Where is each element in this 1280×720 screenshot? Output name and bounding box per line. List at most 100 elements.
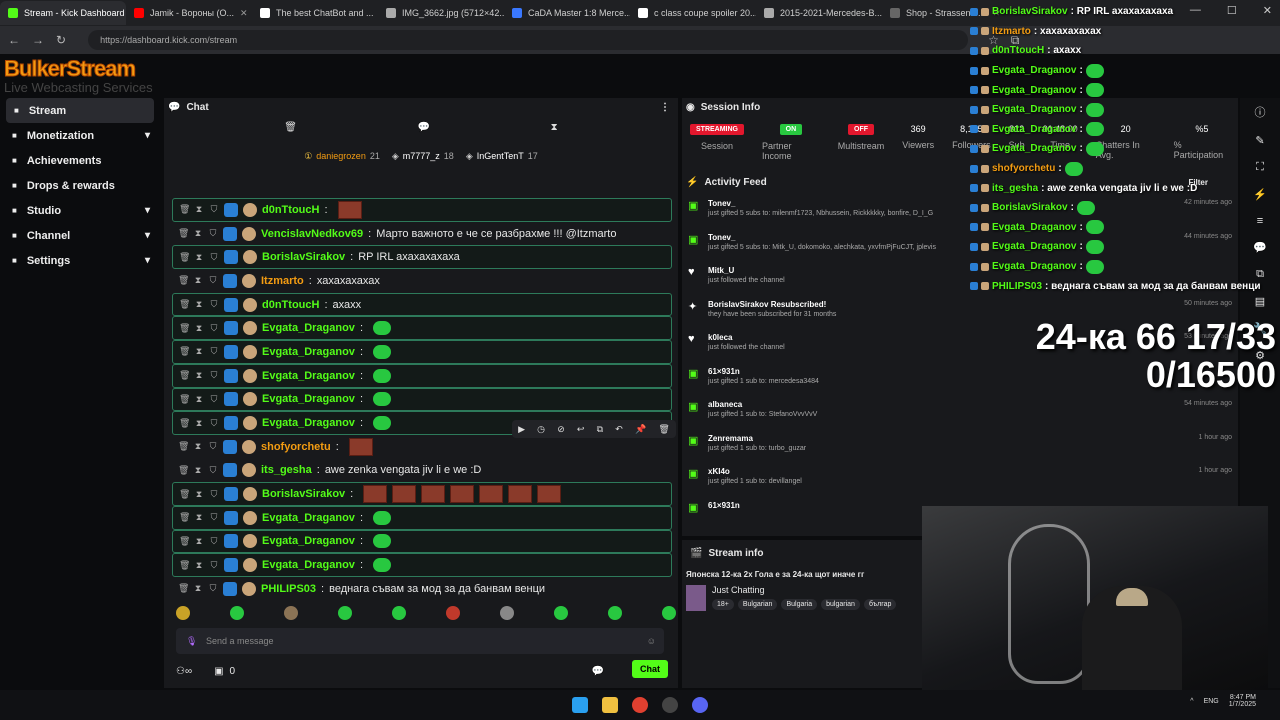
tag[interactable]: Bulgarian — [737, 599, 778, 610]
delete-message-icon[interactable]: 🗑 — [179, 489, 190, 500]
delete-message-icon[interactable]: 🗑 — [178, 583, 189, 594]
clock-icon[interactable]: ◷ — [537, 424, 545, 435]
chat-username[interactable]: its_gesha — [261, 464, 312, 476]
timeout-icon[interactable]: ⧗ — [194, 536, 204, 547]
shield-icon[interactable]: ⛉ — [209, 370, 219, 381]
chat-username[interactable]: d0nTtoucH — [262, 299, 319, 311]
url-field[interactable]: https://dashboard.kick.com/stream — [88, 30, 969, 50]
file-explorer-icon[interactable] — [602, 697, 618, 713]
chat-icon[interactable]: 💬 — [418, 122, 430, 133]
emote-icon[interactable] — [500, 606, 514, 620]
shield-icon[interactable]: ⛉ — [209, 536, 219, 547]
sidebar-item-settings[interactable]: ■ Settings ▾ — [0, 248, 160, 273]
grid-icon[interactable]: ▤ — [1255, 295, 1265, 308]
chat-username[interactable]: VencislavNedkov69 — [261, 228, 363, 240]
browser-tab[interactable]: 2015-2021-Mercedes-B...✕ — [756, 1, 882, 25]
shield-icon[interactable]: ⛉ — [209, 346, 219, 357]
mic-icon[interactable]: 🎙 — [186, 636, 197, 647]
delete-message-icon[interactable]: 🗑 — [179, 346, 190, 357]
reload-icon[interactable]: ↻ — [56, 33, 66, 47]
timeout-icon[interactable]: ⧗ — [194, 252, 204, 263]
status-pill[interactable]: ON — [779, 124, 803, 135]
timeout-icon[interactable]: ⧗ — [194, 394, 204, 405]
browser-tab[interactable]: IMG_3662.jpg (5712×42...✕ — [378, 1, 504, 25]
delete-message-icon[interactable]: 🗑 — [179, 536, 190, 547]
play-icon[interactable]: ▶ — [518, 424, 525, 435]
chat-username[interactable]: Itzmarto — [261, 275, 304, 287]
shield-icon[interactable]: ⛉ — [209, 299, 219, 310]
sidebar-item-achievements[interactable]: ■ Achievements — [0, 148, 160, 173]
emote-icon[interactable] — [176, 606, 190, 620]
delete-icon[interactable]: 🗑 — [658, 424, 669, 435]
undo-icon[interactable]: ↶ — [615, 424, 623, 435]
chat-username[interactable]: BorislavSirakov — [262, 251, 345, 263]
tray-language[interactable]: ENG — [1204, 698, 1219, 705]
emote-icon[interactable] — [392, 606, 406, 620]
chat-username[interactable]: Evgata_Draganov — [262, 512, 355, 524]
timeout-icon[interactable]: ⧗ — [194, 512, 204, 523]
emoji-icon[interactable]: ☺ — [647, 636, 656, 646]
shield-icon[interactable]: ⛉ — [209, 418, 219, 429]
tag[interactable]: Bulgaria — [781, 599, 818, 610]
emote-icon[interactable] — [608, 606, 622, 620]
chat-username[interactable]: Evgata_Draganov — [262, 322, 355, 334]
timeout-icon[interactable]: ⧗ — [193, 275, 203, 286]
forward-icon[interactable]: → — [32, 33, 44, 47]
chat-username[interactable]: Evgata_Draganov — [262, 417, 355, 429]
emote-icon[interactable] — [446, 606, 460, 620]
chat-send-button[interactable]: Chat — [632, 660, 668, 678]
timeout-icon[interactable]: ⧗ — [194, 323, 204, 334]
emote-icon[interactable] — [284, 606, 298, 620]
pin-icon[interactable]: 📌 — [635, 424, 646, 435]
browser-tab[interactable]: c class coupe spoiler 20...✕ — [630, 1, 756, 25]
hourglass-icon[interactable]: ⧗ — [551, 122, 558, 133]
shield-icon[interactable]: ⛉ — [208, 583, 218, 594]
chat-username[interactable]: Evgata_Draganov — [262, 370, 355, 382]
windows-start-icon[interactable] — [572, 697, 588, 713]
shield-icon[interactable]: ⛉ — [208, 275, 218, 286]
sidebar-item-channel[interactable]: ■ Channel ▾ — [0, 223, 160, 248]
tray-chevron-icon[interactable]: ^ — [1190, 698, 1193, 705]
chat-username[interactable]: Evgata_Draganov — [262, 393, 355, 405]
shield-icon[interactable]: ⛉ — [209, 512, 219, 523]
shield-icon[interactable]: ⛉ — [209, 489, 219, 500]
copy-icon[interactable]: ⧉ — [597, 424, 603, 435]
browser-tab[interactable]: The best ChatBot and ...✕ — [252, 1, 378, 25]
delete-message-icon[interactable]: 🗑 — [179, 323, 190, 334]
emote-icon[interactable] — [662, 606, 676, 620]
loyalty-icon[interactable]: ⚇∞ — [176, 666, 192, 677]
timeout-icon[interactable]: ⧗ — [193, 583, 203, 594]
chat-username[interactable]: PHILIPS03 — [261, 583, 316, 595]
trash-icon[interactable]: 🗑 — [284, 122, 297, 133]
shield-icon[interactable]: ⛉ — [209, 252, 219, 263]
shield-icon[interactable]: ⛉ — [209, 560, 219, 571]
emote-icon[interactable] — [338, 606, 352, 620]
status-pill[interactable]: STREAMING — [690, 124, 744, 135]
delete-message-icon[interactable]: 🗑 — [179, 560, 190, 571]
chat-username[interactable]: Evgata_Draganov — [262, 346, 355, 358]
delete-message-icon[interactable]: 🗑 — [178, 275, 189, 286]
shield-icon[interactable]: ⛉ — [209, 394, 219, 405]
chat-username[interactable]: Evgata_Draganov — [262, 535, 355, 547]
sidebar-item-stream[interactable]: ■ Stream — [6, 98, 154, 123]
chat-username[interactable]: BorislavSirakov — [262, 488, 345, 500]
ban-icon[interactable]: ⊘ — [557, 424, 565, 435]
sidebar-item-studio[interactable]: ■ Studio ▾ — [0, 198, 160, 223]
timeout-icon[interactable]: ⧗ — [194, 370, 204, 381]
sidebar-item-drops-rewards[interactable]: ■ Drops & rewards — [0, 173, 160, 198]
tab-close-icon[interactable]: ✕ — [240, 8, 248, 19]
shield-icon[interactable]: ⛉ — [209, 323, 219, 334]
delete-message-icon[interactable]: 🗑 — [179, 512, 190, 523]
timeout-icon[interactable]: ⧗ — [194, 204, 204, 215]
timeout-icon[interactable]: ⧗ — [193, 441, 203, 452]
delete-message-icon[interactable]: 🗑 — [179, 418, 190, 429]
chat-username[interactable]: d0nTtoucH — [262, 204, 319, 216]
timeout-icon[interactable]: ⧗ — [194, 299, 204, 310]
timeout-icon[interactable]: ⧗ — [194, 560, 204, 571]
shield-icon[interactable]: ⛉ — [209, 204, 219, 215]
shield-icon[interactable]: ⛉ — [208, 441, 218, 452]
browser-tab[interactable]: Jamik - Вороны (О... ✕ — [126, 1, 252, 25]
chrome-icon[interactable] — [632, 697, 648, 713]
emote-icon[interactable] — [554, 606, 568, 620]
shield-icon[interactable]: ⛉ — [208, 228, 218, 239]
